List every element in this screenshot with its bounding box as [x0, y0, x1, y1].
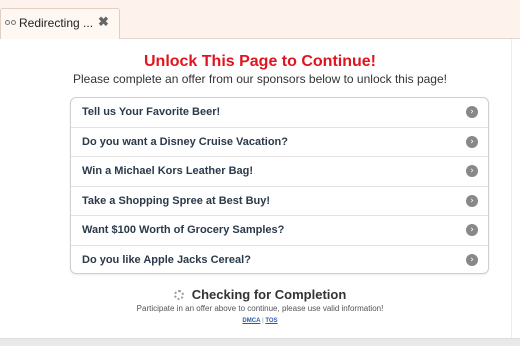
page-title: Unlock This Page to Continue! — [143, 53, 376, 70]
offer-item[interactable]: Take a Shopping Spree at Best Buy! › — [71, 187, 488, 216]
browser-tab-bar: Redirecting ... ✖ — [0, 0, 520, 39]
chevron-right-icon: › — [466, 135, 478, 148]
chevron-right-icon: › — [466, 254, 478, 267]
spinner-icon — [173, 289, 184, 300]
dmca-link[interactable]: DMCA — [242, 318, 260, 324]
completion-status: Checking for Completion — [0, 287, 520, 302]
checking-text: Checking for Completion — [191, 287, 347, 302]
offer-label: Win a Michael Kors Leather Bag! — [82, 165, 254, 178]
footer-links: DMCA | TOS — [0, 318, 520, 324]
offer-list: Tell us Your Favorite Beer! › Do you wan… — [70, 97, 489, 274]
page-subtitle: Please complete an offer from our sponso… — [73, 72, 447, 86]
link-separator: | — [262, 318, 264, 324]
chevron-right-icon: › — [466, 224, 478, 237]
offer-label: Do you like Apple Jacks Cereal? — [82, 254, 251, 267]
close-icon[interactable]: ✖ — [98, 14, 109, 30]
chevron-right-icon: › — [466, 106, 478, 119]
offer-item[interactable]: Do you like Apple Jacks Cereal? › — [71, 246, 488, 274]
offer-label: Take a Shopping Spree at Best Buy! — [82, 194, 271, 207]
browser-tab[interactable]: Redirecting ... ✖ — [0, 8, 120, 39]
chevron-right-icon: › — [466, 165, 478, 178]
offer-label: Tell us Your Favorite Beer! — [82, 106, 221, 119]
loading-dots-icon — [5, 18, 17, 26]
instruction-text: Participate in an offer above to continu… — [136, 304, 384, 313]
offer-item[interactable]: Do you want a Disney Cruise Vacation? › — [71, 128, 488, 157]
offer-item[interactable]: Want $100 Worth of Grocery Samples? › — [71, 216, 488, 246]
offer-label: Want $100 Worth of Grocery Samples? — [82, 224, 285, 237]
offer-item[interactable]: Tell us Your Favorite Beer! › — [71, 98, 488, 128]
tab-title: Redirecting ... — [19, 16, 94, 30]
chevron-right-icon: › — [466, 194, 478, 207]
window-edge — [511, 39, 520, 338]
offer-label: Do you want a Disney Cruise Vacation? — [82, 135, 288, 148]
status-bar — [0, 338, 520, 346]
tos-link[interactable]: TOS — [265, 318, 277, 324]
offer-item[interactable]: Win a Michael Kors Leather Bag! › — [71, 157, 488, 187]
